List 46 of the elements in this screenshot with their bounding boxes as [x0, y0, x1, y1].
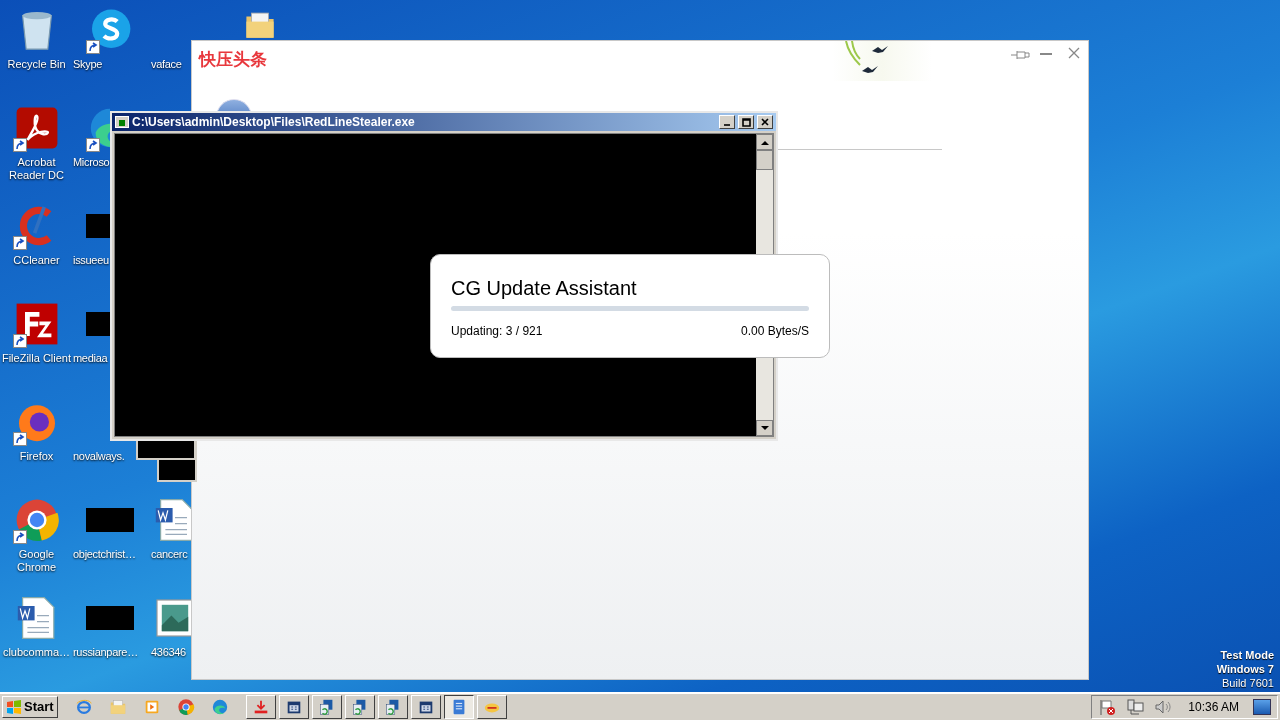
icon-label[interactable]: Firefox [19, 450, 54, 463]
window-title: C:\Users\admin\Desktop\Files\RedLineStealer.exe [132, 114, 416, 131]
icon-label[interactable]: FileZilla Client [1, 352, 72, 365]
system-text: Test Mode [1220, 648, 1274, 662]
icon-label[interactable]: Recycle Bin [7, 58, 66, 71]
icon-label[interactable]: Google Chrome [0, 548, 73, 574]
icon-label[interactable]: russianpare… [73, 646, 138, 659]
scroll-thumb[interactable] [756, 150, 773, 170]
windows-logo-icon [6, 699, 22, 715]
network-icon[interactable] [1126, 698, 1145, 716]
maximize-icon [741, 117, 751, 127]
scroll-down-button[interactable] [756, 420, 773, 436]
icon-label[interactable]: Acrobat Reader DC [0, 156, 73, 182]
speed-text: 0.00 Bytes/S [740, 323, 809, 340]
window-title: 快压头条 [199, 48, 267, 71]
dialog-title: CG Update Assistant [451, 276, 638, 301]
flag-error-icon[interactable] [1098, 698, 1117, 716]
close-button[interactable] [757, 115, 773, 129]
icon-label[interactable]: novalways. [73, 450, 125, 463]
icon-label[interactable]: clubcomma… [2, 646, 71, 659]
maximize-button[interactable] [738, 115, 754, 129]
icon-label[interactable]: vaface [151, 58, 182, 71]
scroll-up-button[interactable] [756, 134, 773, 150]
system-text: Build 7601 [1222, 676, 1274, 690]
close-icon [761, 118, 769, 126]
icon-label[interactable]: issueeu [73, 254, 109, 267]
console-icon [115, 116, 129, 128]
minimize-button[interactable] [719, 115, 735, 129]
minimize-icon [723, 124, 731, 126]
start-button[interactable]: Start [2, 696, 58, 718]
icon-label[interactable]: 436346 [151, 646, 186, 659]
speaker-icon[interactable] [1154, 698, 1173, 716]
taskbar-button[interactable] [443, 695, 474, 719]
icon-label[interactable]: Skype [73, 58, 103, 71]
icon-label[interactable]: objectchrist… [73, 548, 136, 561]
icon-label[interactable]: CCleaner [13, 254, 60, 267]
down-arrow-icon [760, 425, 769, 431]
system-text: Windows 7 [1216, 662, 1274, 676]
show-desktop-icon[interactable] [1253, 699, 1271, 715]
icon-label[interactable]: mediaa [73, 352, 108, 365]
icon-label[interactable]: Microso [73, 156, 110, 169]
close-icon[interactable] [1068, 47, 1080, 59]
status-text: Updating: 3 / 921 [451, 323, 543, 340]
up-arrow-icon [760, 139, 769, 145]
clock: 10:36 AM [1188, 699, 1239, 716]
icon-label[interactable]: cancerc [151, 548, 188, 561]
